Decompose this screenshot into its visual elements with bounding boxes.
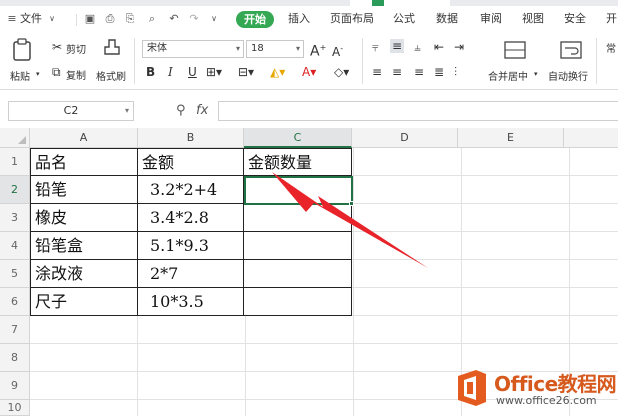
watermark-url: www.office26.com bbox=[496, 394, 597, 407]
watermark: Office教程网 www.office26.com bbox=[446, 362, 618, 416]
office-logo-icon bbox=[458, 370, 486, 406]
annotation-arrow bbox=[272, 172, 428, 268]
arrow-icon bbox=[272, 172, 428, 268]
watermark-title: Office教程网 bbox=[494, 372, 617, 396]
